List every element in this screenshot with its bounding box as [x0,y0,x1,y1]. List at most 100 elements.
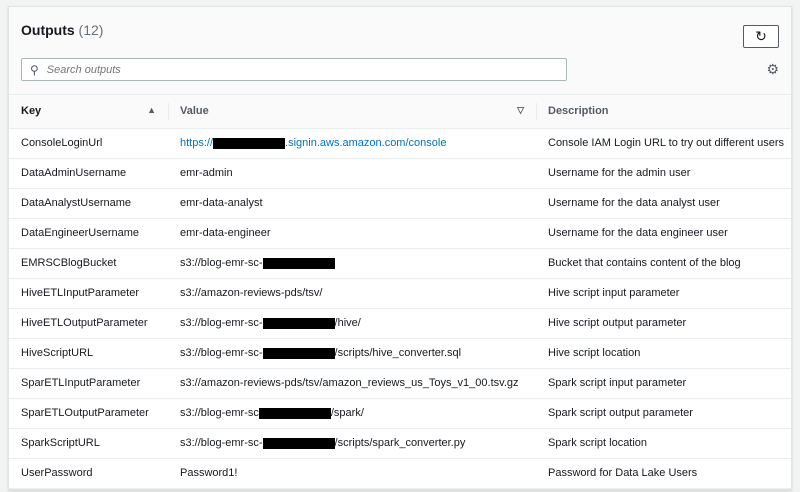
key-cell: HiveETLInputParameter [9,278,168,309]
table-row: ConsoleLoginUrl https:// .signin.aws.amaz… [9,128,791,159]
value-prefix: s3://amazon-reviews-pds/tsv/amazon_revie… [180,377,519,389]
key-cell: DataAnalystUsername [9,188,168,219]
table-row: UserPassword Password1! Password for Dat… [9,458,791,489]
refresh-icon: ↻ [755,28,767,44]
value-text: emr-data-engineer [180,227,271,239]
value-suffix: /hive/ [334,317,361,329]
table-row: HiveETLOutputParameter s3://blog-emr-sc-… [9,308,791,339]
value-cell: https:// .signin.aws.amazon.com/console [168,128,536,159]
table-row: DataAdminUsername emr-admin Username for… [9,158,791,189]
value-text: s3://blog-emr-sc- /scripts/hive_converter… [180,347,461,359]
panel-title: Outputs (12) [21,22,103,38]
description-cell: Username for the data engineer user [536,218,791,249]
key-cell: UserPassword [9,458,168,489]
redacted-block [258,407,331,419]
value-prefix: s3://blog-emr-sc- [180,257,263,269]
search-icon: ⚲ [30,62,39,77]
value-prefix: Password1! [180,467,238,479]
key-cell: SparETLOutputParameter [9,398,168,429]
table-row: DataEngineerUsername emr-data-engineer U… [9,218,791,249]
description-cell: Hive script location [536,338,791,369]
value-prefix: emr-admin [180,167,233,179]
value-link[interactable]: https:// .signin.aws.amazon.com/console [180,137,446,149]
key-cell: ConsoleLoginUrl [9,128,168,159]
search-box[interactable]: ⚲ [21,58,567,81]
value-prefix: s3://blog-emr-sc- [180,347,263,359]
value-cell: emr-admin [168,158,536,189]
description-cell: Hive script input parameter [536,278,791,309]
column-divider [168,103,169,120]
refresh-button[interactable]: ↻ [743,25,779,48]
description-header-label: Description [548,105,609,118]
value-cell: emr-data-engineer [168,218,536,249]
value-prefix: s3://blog-emr-sc- [180,437,263,449]
value-prefix: s3://blog-emr-sc- [180,317,263,329]
search-input[interactable] [46,63,527,76]
key-cell: EMRSCBlogBucket [9,248,168,279]
description-cell: Password for Data Lake Users [536,458,791,489]
description-cell: Hive script output parameter [536,308,791,339]
key-cell: SparkScriptURL [9,428,168,459]
sort-ascending-icon[interactable]: ▲ [147,105,156,115]
value-text: Password1! [180,467,237,479]
value-prefix: https:// [180,137,214,149]
description-cell: Console IAM Login URL to try out differe… [536,128,791,159]
table-row: SparkScriptURL s3://blog-emr-sc- /scripts… [9,428,791,459]
redacted-block [262,347,335,359]
column-header-key[interactable]: Key ▲ [9,95,168,129]
key-cell: DataEngineerUsername [9,218,168,249]
value-header-label: Value [180,105,209,118]
value-text: s3://blog-emr-sc- /scripts/spark_converte… [180,437,465,449]
description-cell: Spark script input parameter [536,368,791,399]
table-row: SparETLOutputParameter s3://blog-emr-sc /… [9,398,791,429]
value-prefix: emr-data-engineer [180,227,271,239]
table-row: DataAnalystUsername emr-data-analyst Use… [9,188,791,219]
table-row: HiveScriptURL s3://blog-emr-sc- /scripts/… [9,338,791,369]
key-cell: HiveScriptURL [9,338,168,369]
value-cell: s3://amazon-reviews-pds/tsv/ [168,278,536,309]
value-prefix: emr-data-analyst [180,197,263,209]
value-text: s3://blog-emr-sc/spark/ [180,407,364,419]
redacted-block [262,437,335,449]
value-text: s3://blog-emr-sc- [180,257,335,269]
value-cell: s3://blog-emr-sc- [168,248,536,279]
gear-icon[interactable]: ⚙ [766,61,779,78]
outputs-table: Key ▲ Value ▽ Description ConsoleLoginUrl … [9,95,791,489]
value-suffix: .signin.aws.amazon.com/console [285,137,447,149]
column-divider [536,103,537,120]
panel-header: Outputs (12) ↻ ⚲ ⚙ [9,7,791,95]
value-cell: s3://blog-emr-sc/spark/ [168,398,536,429]
value-text: s3://blog-emr-sc- /hive/ [180,317,361,329]
column-header-description: Description [536,95,791,129]
value-suffix: /scripts/hive_converter.sql [334,347,462,359]
key-cell: DataAdminUsername [9,158,168,189]
value-suffix: /spark/ [330,407,364,419]
sort-icon[interactable]: ▽ [517,105,524,116]
key-cell: SparETLInputParameter [9,368,168,399]
value-cell: Password1! [168,458,536,489]
value-text: emr-admin [180,167,233,179]
value-cell: s3://blog-emr-sc- /scripts/spark_converte… [168,428,536,459]
description-cell: Bucket that contains content of the blog [536,248,791,279]
table-row: HiveETLInputParameter s3://amazon-review… [9,278,791,309]
description-cell: Spark script output parameter [536,398,791,429]
output-count: (12) [78,22,104,38]
column-header-value[interactable]: Value ▽ [168,95,536,129]
value-text: emr-data-analyst [180,197,263,209]
value-prefix: s3://amazon-reviews-pds/tsv/ [180,287,323,299]
value-cell: s3://amazon-reviews-pds/tsv/amazon_revie… [168,368,536,399]
title-text: Outputs [21,22,75,38]
value-text: s3://amazon-reviews-pds/tsv/amazon_revie… [180,377,519,389]
value-suffix: /scripts/spark_converter.py [334,437,466,449]
value-cell: s3://blog-emr-sc- /hive/ [168,308,536,339]
redacted-block [262,257,335,269]
value-prefix: s3://blog-emr-sc [180,407,259,419]
value-text: s3://amazon-reviews-pds/tsv/ [180,287,322,299]
key-cell: HiveETLOutputParameter [9,308,168,339]
description-cell: Spark script location [536,428,791,459]
table-row: EMRSCBlogBucket s3://blog-emr-sc- Bucket… [9,248,791,279]
description-cell: Username for the admin user [536,158,791,189]
outputs-panel: Outputs (12) ↻ ⚲ ⚙ Key ▲ Value ▽ Descripti… [8,6,792,490]
value-cell: s3://blog-emr-sc- /scripts/hive_converter… [168,338,536,369]
redacted-block [262,317,335,329]
